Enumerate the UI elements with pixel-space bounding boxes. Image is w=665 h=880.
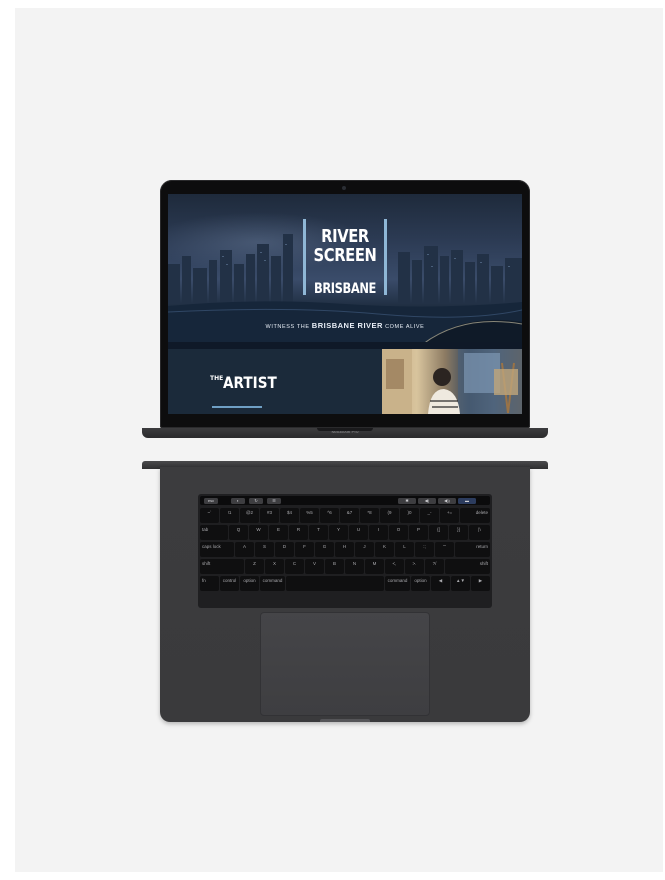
key[interactable]: X — [265, 559, 284, 574]
arrow-left-key[interactable]: ◀ — [431, 576, 450, 591]
key[interactable]: T — [309, 525, 328, 540]
key[interactable]: ^6 — [320, 508, 339, 523]
option-key-right[interactable]: option — [411, 576, 430, 591]
key[interactable]: :; — [415, 542, 434, 557]
delete-key[interactable]: delete — [460, 508, 490, 523]
command-key-right[interactable]: command — [385, 576, 410, 591]
trackpad[interactable] — [260, 612, 430, 716]
key[interactable]: Y — [329, 525, 348, 540]
page-background — [15, 8, 663, 872]
tb-esc-button[interactable]: esc — [204, 497, 218, 504]
tb-menu-icon[interactable]: ☰ — [267, 497, 281, 504]
key[interactable]: _- — [420, 508, 439, 523]
tb-refresh-icon[interactable]: ↻ — [249, 497, 263, 504]
camera-icon — [342, 186, 346, 190]
artist-photo — [382, 349, 522, 414]
key[interactable]: J — [355, 542, 374, 557]
fn-key[interactable]: fn — [200, 576, 219, 591]
key[interactable]: += — [440, 508, 459, 523]
key[interactable]: (9 — [380, 508, 399, 523]
key[interactable]: R — [289, 525, 308, 540]
key[interactable]: U — [349, 525, 368, 540]
tb-volume-up-icon[interactable]: ◀)) — [438, 497, 456, 504]
key[interactable]: <, — [385, 559, 404, 574]
space-bar[interactable] — [286, 576, 384, 591]
logo-line-1: RIVER — [321, 226, 369, 247]
touch-bar[interactable]: esc ◐ ↻ ☰ ✱ ◀) ◀)) ▬ — [200, 496, 490, 505]
caps-lock-key[interactable]: caps lock — [200, 542, 234, 557]
key[interactable]: )0 — [400, 508, 419, 523]
key[interactable]: }] — [449, 525, 468, 540]
key[interactable]: Q — [229, 525, 248, 540]
section-heading: THEARTIST — [210, 373, 278, 392]
key[interactable]: ~` — [200, 508, 219, 523]
key[interactable]: !1 — [220, 508, 239, 523]
key[interactable]: S — [255, 542, 274, 557]
command-key-left[interactable]: command — [260, 576, 285, 591]
arrow-up-down-key[interactable]: ▲▼ — [451, 576, 470, 591]
arrow-right-key[interactable]: ▶ — [471, 576, 490, 591]
key[interactable]: P — [409, 525, 428, 540]
keyboard: esc ◐ ↻ ☰ ✱ ◀) ◀)) ▬ ~` !1 @2 #3 $4 %5 ^… — [198, 494, 492, 608]
key[interactable]: B — [325, 559, 344, 574]
key[interactable]: A — [235, 542, 254, 557]
tb-volume-down-icon[interactable]: ◀) — [418, 497, 436, 504]
lid-opening-notch — [320, 719, 370, 722]
key[interactable]: @2 — [240, 508, 259, 523]
key[interactable]: |\ — [469, 525, 490, 540]
key[interactable]: $4 — [280, 508, 299, 523]
key[interactable]: O — [389, 525, 408, 540]
logo-line-2: SCREEN — [313, 245, 377, 266]
key-row-2: tab Q W E R T Y U I O P {[ }] |\ — [200, 525, 490, 541]
key[interactable]: ?/ — [425, 559, 444, 574]
key-row-4: shift Z X C V B N M <, >. ?/ shift — [200, 559, 490, 575]
option-key-left[interactable]: option — [240, 576, 259, 591]
key[interactable]: *8 — [360, 508, 379, 523]
laptop-screen: RIVER SCREEN BRISBANE WITNESS THE BRISBA… — [168, 194, 522, 414]
key[interactable]: {[ — [429, 525, 448, 540]
return-key[interactable]: return — [455, 542, 490, 557]
key[interactable]: %5 — [300, 508, 319, 523]
key[interactable]: H — [335, 542, 354, 557]
laptop-lid: RIVER SCREEN BRISBANE WITNESS THE BRISBA… — [142, 180, 548, 438]
key[interactable]: Z — [245, 559, 264, 574]
tb-brightness-icon[interactable]: ◐ — [231, 497, 245, 504]
key[interactable]: N — [345, 559, 364, 574]
key[interactable]: "' — [435, 542, 454, 557]
key-row-3: caps lock A S D F G H J K L :; "' return — [200, 542, 490, 558]
key[interactable]: M — [365, 559, 384, 574]
key[interactable]: K — [375, 542, 394, 557]
tb-settings-icon[interactable]: ✱ — [398, 497, 416, 504]
shift-key-right[interactable]: shift — [445, 559, 490, 574]
laptop-chin: MacBook Pro — [142, 428, 548, 438]
key[interactable]: V — [305, 559, 324, 574]
key[interactable]: C — [285, 559, 304, 574]
key[interactable]: &7 — [340, 508, 359, 523]
key[interactable]: G — [315, 542, 334, 557]
laptop-base: esc ◐ ↻ ☰ ✱ ◀) ◀)) ▬ ~` !1 @2 #3 $4 %5 ^… — [160, 467, 530, 722]
site-logo[interactable]: RIVER SCREEN BRISBANE — [303, 219, 387, 297]
logo-line-3: BRISBANE — [314, 281, 376, 297]
key[interactable]: >. — [405, 559, 424, 574]
key[interactable]: F — [295, 542, 314, 557]
heading-underline — [212, 406, 262, 408]
tab-key[interactable]: tab — [200, 525, 228, 540]
tb-siri-icon[interactable]: ▬ — [458, 497, 476, 504]
hero-tagline: WITNESS THE BRISBANE RIVER COME ALIVE — [265, 321, 425, 330]
key[interactable]: I — [369, 525, 388, 540]
control-key[interactable]: control — [220, 576, 239, 591]
key[interactable]: #3 — [260, 508, 279, 523]
key[interactable]: E — [269, 525, 288, 540]
artist-section: THEARTIST — [168, 349, 522, 414]
hero-banner: RIVER SCREEN BRISBANE WITNESS THE BRISBA… — [168, 194, 522, 349]
key-row-5: fn control option command command option… — [200, 576, 490, 592]
key[interactable]: L — [395, 542, 414, 557]
shift-key-left[interactable]: shift — [200, 559, 244, 574]
key-row-1: ~` !1 @2 #3 $4 %5 ^6 &7 *8 (9 )0 _- += d… — [200, 508, 490, 524]
key[interactable]: W — [249, 525, 268, 540]
key[interactable]: D — [275, 542, 294, 557]
